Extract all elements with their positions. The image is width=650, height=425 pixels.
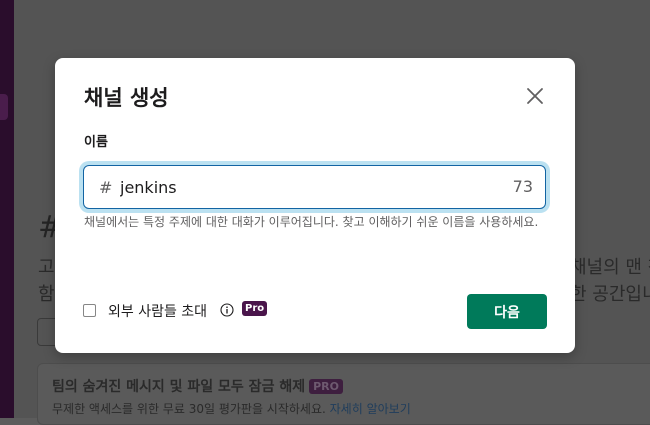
external-invite-checkbox[interactable]: [83, 304, 96, 317]
background-text-left-1: 고: [38, 257, 55, 278]
next-button[interactable]: 다음: [467, 294, 547, 329]
help-text: 채널에서는 특정 주제에 대한 대화가 이루어집니다. 찾고 이해하기 쉬운 이…: [84, 215, 539, 229]
channel-name-input[interactable]: [120, 174, 500, 200]
background-upgrade-banner: 팀의 숨겨진 메시지 및 파일 모두 잠금 해제 PRO 무제한 액세스를 위한 …: [37, 363, 650, 425]
banner-title-text: 팀의 숨겨진 메시지 및 파일 모두 잠금 해제: [52, 379, 306, 395]
banner-learn-more-link[interactable]: 자세히 알아보기: [330, 402, 411, 416]
external-invite-label[interactable]: 외부 사람들 초대: [108, 301, 207, 321]
pro-badge: Pro: [242, 301, 268, 316]
hash-prefix-icon: #: [99, 178, 113, 197]
close-icon[interactable]: [525, 86, 545, 106]
info-icon[interactable]: [220, 303, 234, 317]
character-counter: 73: [512, 177, 533, 196]
banner-pro-badge: PRO: [309, 379, 343, 394]
background-text-right-1: 채널의 맨 첫: [570, 257, 650, 278]
sidebar-strip: [0, 0, 14, 418]
banner-subtitle-text: 무제한 액세스를 위한 무료 30일 평가판을 시작하세요.: [52, 402, 326, 416]
background-text-left-2: 함: [38, 284, 55, 305]
banner-title: 팀의 숨겨진 메시지 및 파일 모두 잠금 해제 PRO: [52, 376, 343, 396]
sidebar-active-indicator: [0, 94, 8, 120]
name-label: 이름: [84, 135, 108, 150]
channel-name-field[interactable]: # 73: [83, 165, 546, 209]
dialog-title: 채널 생성: [84, 86, 169, 110]
create-channel-dialog: 채널 생성 이름 # 73 채널에서는 특정 주제에 대한 대화가 이루어집니다…: [55, 58, 575, 353]
background-text-right-2: 한 공간입니: [570, 284, 650, 305]
banner-subtitle: 무제한 액세스를 위한 무료 30일 평가판을 시작하세요. 자세히 알아보기: [52, 400, 411, 417]
